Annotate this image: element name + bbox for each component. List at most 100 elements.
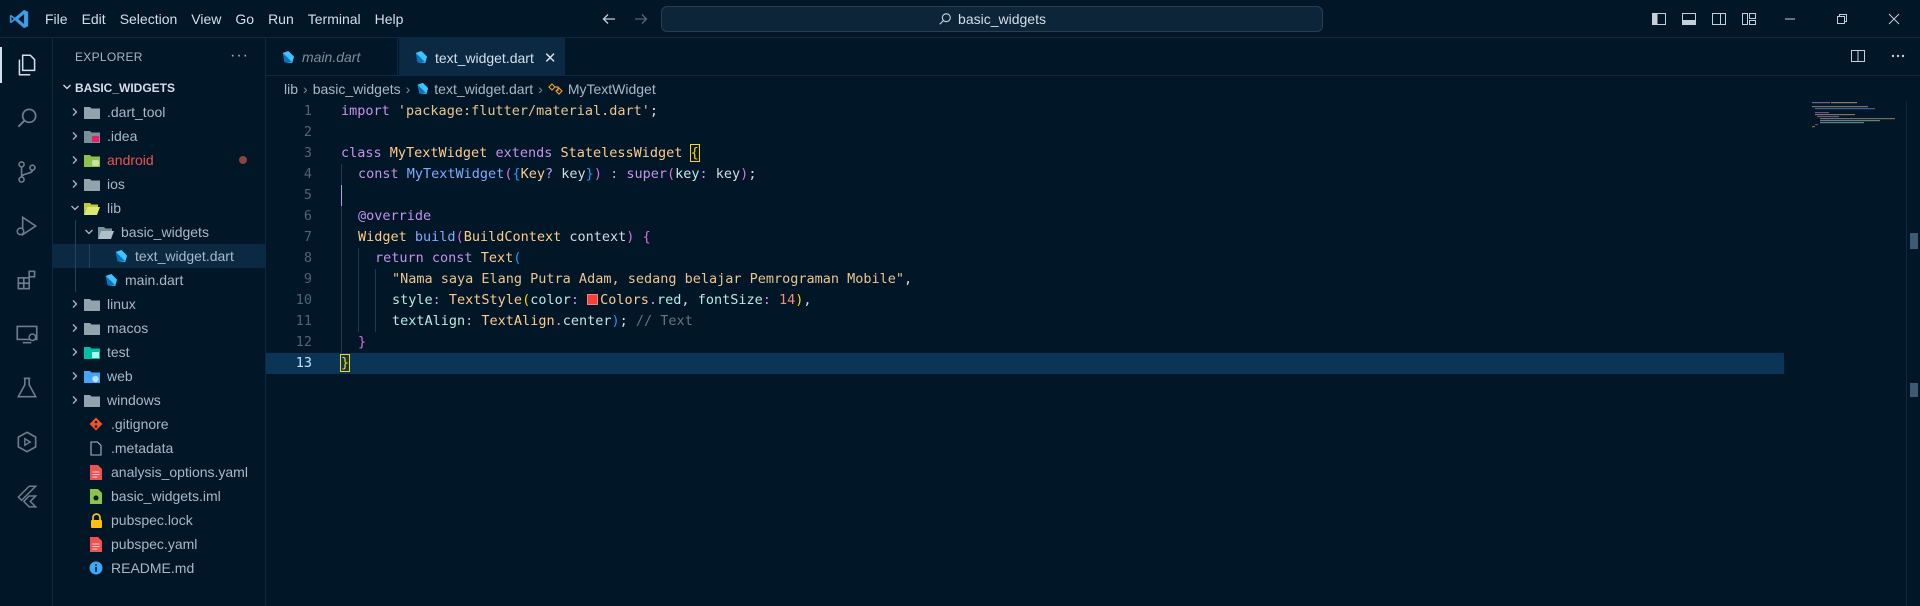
activity-flutter[interactable] (0, 472, 53, 520)
line-number: 13 (295, 355, 312, 371)
menu-help[interactable]: Help (368, 0, 411, 38)
command-center-search[interactable]: basic_widgets (661, 6, 1323, 32)
editor-actions (1850, 48, 1906, 67)
indent-guide (341, 185, 342, 206)
tree-item-basic-widgets-iml[interactable]: basic_widgets.iml (53, 484, 265, 508)
activity-testing[interactable] (0, 364, 53, 412)
close-tab-button[interactable]: ✕ (544, 49, 557, 67)
tree-item-main-dart[interactable]: main.dart (53, 268, 265, 292)
chevron-right-icon (67, 152, 83, 168)
tree-item-analysis-options[interactable]: analysis_options.yaml (53, 460, 265, 484)
project-section-header[interactable]: BASIC_WIDGETS (53, 76, 265, 100)
activity-source-control[interactable] (0, 148, 53, 196)
class-symbol-icon (547, 82, 563, 96)
activity-search[interactable] (0, 94, 53, 142)
tab-main-dart[interactable]: main.dart (266, 38, 398, 76)
split-editor-button[interactable] (1850, 48, 1866, 67)
chevron-down-icon (81, 224, 97, 240)
tree-item-macos[interactable]: macos (53, 316, 265, 340)
explorer-sidebar: EXPLORER ··· BASIC_WIDGETS .dart_tool .i… (53, 38, 266, 606)
tree-item-web[interactable]: web (53, 364, 265, 388)
breadcrumb-item-lib[interactable]: lib (284, 81, 298, 97)
dart-file-icon (278, 50, 296, 65)
modified-dot-icon (239, 156, 247, 164)
indent-guide (75, 220, 76, 244)
tree-item-gitignore[interactable]: .gitignore (53, 412, 265, 436)
explorer-icon (18, 54, 35, 76)
tree-item-pubspec-lock[interactable]: pubspec.lock (53, 508, 265, 532)
flutter-icon (16, 485, 37, 508)
code-line: 3 class MyTextWidget extends StatelessWi… (266, 143, 1786, 164)
tree-item-windows[interactable]: windows (53, 388, 265, 412)
tree-item-basic-widgets-folder[interactable]: basic_widgets (53, 220, 265, 244)
tree-item-test[interactable]: test (53, 340, 265, 364)
activity-extensions[interactable] (0, 256, 53, 304)
toggle-primary-sidebar-button[interactable] (1644, 0, 1674, 38)
tree-item-readme[interactable]: README.md (53, 556, 265, 580)
code-line: 2 (266, 122, 1786, 143)
menu-go[interactable]: Go (228, 0, 261, 38)
code-editor[interactable]: 1 import 'package:flutter/material.dart'… (266, 101, 1906, 606)
menu-run[interactable]: Run (261, 0, 301, 38)
menu-view[interactable]: View (184, 0, 228, 38)
color-swatch-icon[interactable] (587, 294, 599, 305)
tree-item-lib[interactable]: lib (53, 196, 265, 220)
more-actions-button[interactable] (1890, 48, 1906, 67)
menu-selection[interactable]: Selection (113, 0, 185, 38)
go-back-button[interactable] (598, 8, 620, 30)
tree-item-idea[interactable]: .idea (53, 124, 265, 148)
dart-file-icon (411, 50, 429, 65)
more-actions-button[interactable]: ··· (230, 47, 249, 65)
breadcrumb-item-basic-widgets[interactable]: basic_widgets (313, 81, 401, 97)
chevron-down-icon (67, 200, 83, 216)
activity-explorer[interactable] (0, 41, 53, 89)
restore-button[interactable] (1816, 0, 1868, 38)
folder-icon (83, 176, 101, 192)
close-window-button[interactable] (1868, 0, 1920, 38)
indent-guide (341, 269, 342, 290)
activity-remote-explorer[interactable] (0, 310, 53, 358)
restore-icon (1837, 14, 1847, 24)
line-number: 5 (303, 187, 312, 203)
breadcrumb-item-file[interactable]: text_widget.dart (415, 81, 533, 97)
breadcrumb-item-class[interactable]: MyTextWidget (547, 81, 656, 97)
chevron-down-icon (59, 81, 75, 95)
tree-item-linux[interactable]: linux (53, 292, 265, 316)
tree-item-metadata[interactable]: .metadata (53, 436, 265, 460)
layout-panel-icon (1682, 13, 1696, 25)
editor-tabs: main.dart text_widget.dart ✕ (266, 38, 1920, 76)
code-line: 12 } (266, 332, 1786, 353)
folder-web-icon (83, 368, 101, 384)
minimize-button[interactable] (1764, 0, 1816, 38)
indent-guide (375, 269, 376, 290)
minimap[interactable] (1812, 101, 1902, 141)
breadcrumb-file-label: text_widget.dart (434, 81, 534, 97)
tree-item-android[interactable]: android (53, 148, 265, 172)
code-line: 4 const MyTextWidget({Key? key}) : super… (266, 164, 1786, 185)
customize-layout-button[interactable] (1734, 0, 1764, 38)
activity-docker[interactable] (0, 418, 53, 466)
indent-guide (341, 290, 342, 311)
tree-item-ios[interactable]: ios (53, 172, 265, 196)
info-icon (87, 560, 105, 576)
ellipsis-icon (1891, 54, 1905, 58)
toggle-secondary-sidebar-button[interactable] (1704, 0, 1734, 38)
tree-item-dart-tool[interactable]: .dart_tool (53, 100, 265, 124)
activity-run-debug[interactable] (0, 202, 53, 250)
menu-file[interactable]: File (38, 0, 75, 38)
chevron-right-icon (67, 104, 83, 120)
menu-terminal[interactable]: Terminal (301, 0, 368, 38)
folder-idea-icon (83, 128, 101, 144)
tree-item-pubspec-yaml[interactable]: pubspec.yaml (53, 532, 265, 556)
line-number: 2 (303, 124, 312, 140)
tab-text-widget-dart[interactable]: text_widget.dart ✕ (399, 38, 565, 76)
code-line-content: class MyTextWidget extends StatelessWidg… (341, 144, 700, 162)
chevron-right-icon: › (303, 81, 308, 97)
indent-guide (358, 269, 359, 290)
vertical-scrollbar[interactable] (1906, 101, 1920, 606)
toggle-panel-button[interactable] (1674, 0, 1704, 38)
code-line: 11 textAlign: TextAlign.center); // Text (266, 311, 1786, 332)
go-forward-button[interactable] (630, 8, 652, 30)
tree-item-text-widget-dart[interactable]: text_widget.dart (53, 244, 265, 268)
menu-edit[interactable]: Edit (75, 0, 113, 38)
